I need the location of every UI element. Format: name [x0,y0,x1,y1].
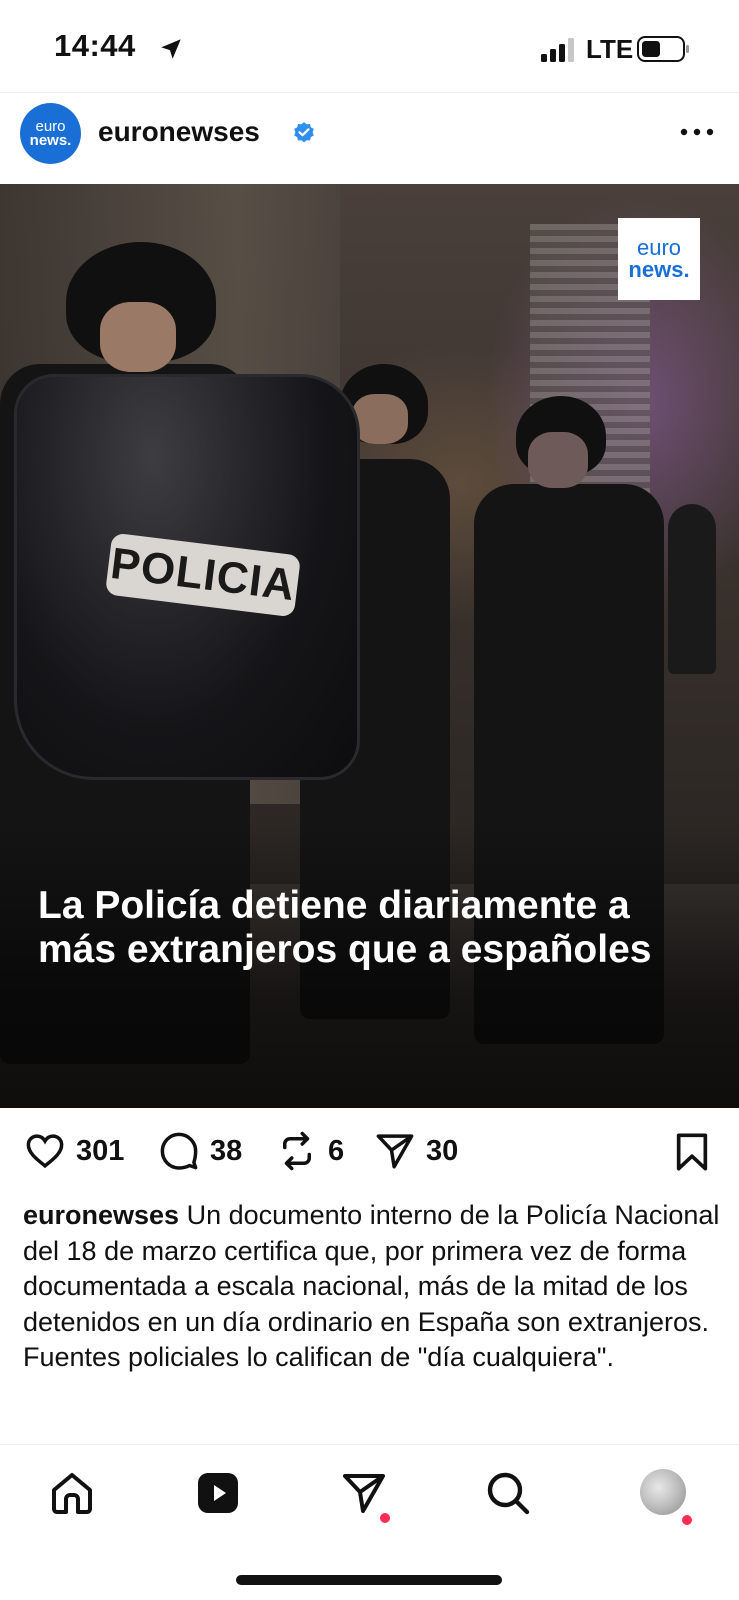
network-type: LTE [586,34,634,64]
like-button[interactable]: 301 [24,1130,124,1172]
heart-icon [26,1134,64,1169]
officer-figure [668,504,716,674]
share-button[interactable]: 30 [374,1130,458,1172]
nav-direct-messages[interactable] [340,1469,390,1523]
home-icon [52,1473,92,1514]
bookmark-icon[interactable] [674,1132,710,1172]
repost-icon [283,1131,311,1171]
reels-icon [198,1473,238,1513]
watermark-line1: euro [636,235,682,260]
verified-badge-icon [294,122,314,143]
officer-face [352,394,408,444]
share-paper-plane-icon [376,1134,414,1169]
post-image[interactable]: POLICIA euro news. La Policía detiene di… [0,184,739,1108]
image-headline: La Policía detiene diariamente a más ext… [38,884,652,971]
account-avatar[interactable]: euro news. [20,103,81,164]
caption-username[interactable]: euronewses [23,1200,179,1230]
notification-dot [380,1513,390,1523]
reposts-count: 6 [328,1134,345,1167]
post-actions: 301 38 6 30 [0,1108,739,1194]
status-bar: 14:44 LTE [0,0,739,92]
officer-face [528,432,588,488]
comment-button[interactable]: 38 [158,1130,242,1172]
avatar-logo-line2: news. [29,131,72,149]
likes-count: 301 [76,1134,125,1167]
notification-dot [682,1515,692,1525]
profile-avatar[interactable] [640,1469,686,1515]
repost-button[interactable]: 6 [276,1130,344,1172]
cellular-signal-icon [541,38,574,62]
comments-count: 38 [210,1134,243,1167]
home-indicator[interactable] [236,1575,502,1585]
post-caption[interactable]: euronewses Un documento interno de la Po… [23,1198,723,1444]
nav-reels[interactable] [194,1469,242,1517]
bottom-navigation [0,1444,739,1600]
direct-messages-icon [343,1474,385,1513]
post-header: euro news. euronewses [0,92,739,185]
status-time: 14:44 [54,28,136,63]
euronews-watermark: euro news. [618,218,700,300]
more-options-icon[interactable] [680,127,714,137]
comment-icon [160,1132,198,1170]
watermark-line2: news. [628,257,690,282]
instagram-post-screen: 14:44 LTE euro news. euronewses POLICIA … [0,0,739,1600]
nav-search[interactable] [484,1469,532,1517]
account-username[interactable]: euronewses [98,116,260,148]
location-arrow-icon [161,39,181,59]
battery-icon [637,36,689,62]
nav-home[interactable] [48,1469,96,1517]
search-icon [487,1472,530,1515]
shares-count: 30 [426,1134,459,1167]
officer-face [100,302,176,372]
